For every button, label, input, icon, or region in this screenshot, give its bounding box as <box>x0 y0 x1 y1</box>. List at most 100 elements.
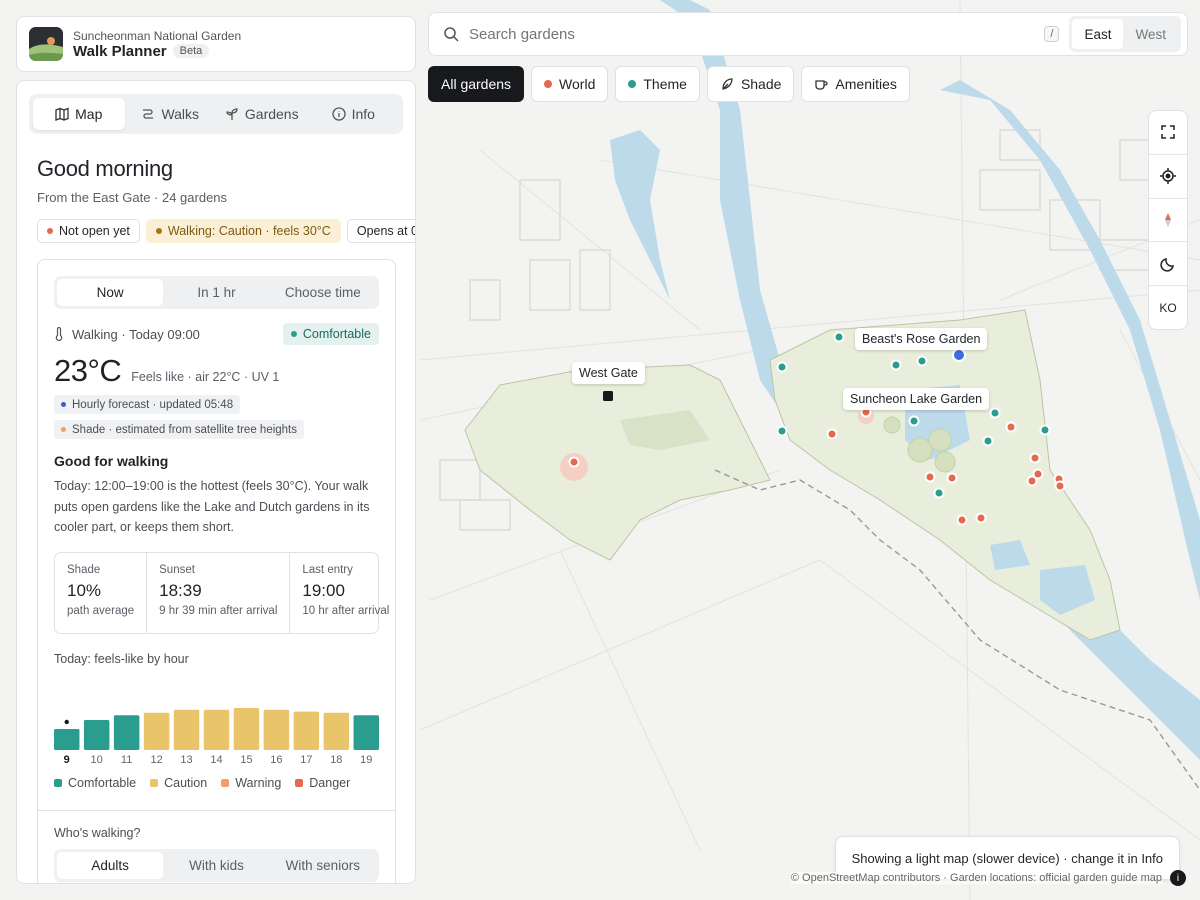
shade-tag: Shade · estimated from satellite tree he… <box>54 420 305 439</box>
stat-last-entry: Last entry 19:00 10 hr after arrival <box>290 553 401 633</box>
hour-label: 12 <box>150 754 162 766</box>
filter-label: All gardens <box>441 76 512 92</box>
legend-warning: Warning <box>221 776 281 790</box>
hour-bar <box>263 709 290 750</box>
tab-adults[interactable]: Adults <box>57 852 164 879</box>
org-name: Suncheonman National Garden <box>73 28 242 43</box>
shortcut-hint: / <box>1044 26 1060 42</box>
dot-icon <box>628 80 637 88</box>
locate-button[interactable] <box>1149 155 1187 199</box>
toggle-east[interactable]: East <box>1072 19 1124 49</box>
comfort-badge-label: Comfortable <box>302 327 371 341</box>
hour-bar <box>113 715 140 750</box>
dot-icon <box>290 331 297 337</box>
tab-map[interactable]: Map <box>33 98 125 130</box>
place-label-lake-garden[interactable]: Suncheon Lake Garden <box>843 388 990 410</box>
search-input[interactable] <box>469 25 1045 43</box>
legend-danger: Danger <box>295 776 350 790</box>
beta-badge: Beta <box>172 44 210 58</box>
filter-bar: All gardens World Theme Shade Amenities <box>428 66 910 102</box>
hour-label: 14 <box>210 754 222 766</box>
swatch-icon <box>54 779 62 787</box>
attribution-info-icon[interactable]: i <box>1170 870 1186 886</box>
filter-theme[interactable]: Theme <box>615 66 700 102</box>
stat-label: Sunset <box>159 563 195 576</box>
who-walking-label: Who's walking? <box>54 826 141 840</box>
place-label-rose-garden[interactable]: Beast's Rose Garden <box>855 328 988 350</box>
forecast-tag-label: Hourly forecast · updated 05:48 <box>72 398 234 411</box>
legend-label: Danger <box>309 776 351 790</box>
filter-label: World <box>559 76 596 92</box>
hour-label: 9 <box>64 754 70 766</box>
filter-shade[interactable]: Shade <box>706 66 795 102</box>
advice-title: Good for walking <box>54 453 169 469</box>
stat-sunset: Sunset 18:39 9 hr 39 min after arrival <box>147 552 291 633</box>
comfort-badge: Comfortable <box>282 323 379 345</box>
walk-icon <box>143 109 154 119</box>
dot-icon <box>155 228 162 234</box>
main-tabs: Map Walks Gardens Info <box>29 94 403 134</box>
dot-icon <box>544 80 553 88</box>
filter-label: Shade <box>740 76 782 92</box>
stat-label: Last entry <box>302 563 353 576</box>
forecast-tag: Hourly forecast · updated 05:48 <box>54 395 241 414</box>
tab-choose-time[interactable]: Choose time <box>270 279 376 306</box>
tab-walks-label: Walks <box>161 106 200 122</box>
dark-mode-button[interactable] <box>1149 242 1187 287</box>
chip-walking-caution: Walking: Caution · feels 30°C <box>145 219 341 243</box>
plant-icon <box>226 108 238 120</box>
tab-info[interactable]: Info <box>308 98 400 130</box>
greeting: Good morning <box>37 156 173 181</box>
toggle-west[interactable]: West <box>1123 19 1178 49</box>
stat-sub: 9 hr 39 min after arrival <box>159 604 278 617</box>
dot-icon <box>47 228 53 234</box>
app-logo <box>29 27 63 61</box>
hour-label: 17 <box>300 754 312 766</box>
leaf-icon <box>722 78 733 90</box>
hourly-title: Today: feels-like by hour <box>54 651 189 666</box>
filter-label: Theme <box>643 76 687 92</box>
tab-walks[interactable]: Walks <box>125 98 217 130</box>
hour-bar <box>83 720 110 750</box>
stat-sub: path average <box>67 604 135 617</box>
tab-with-seniors[interactable]: With seniors <box>270 852 376 879</box>
hour-label: 13 <box>180 754 192 766</box>
stat-shade: Shade 10% path average <box>55 552 148 633</box>
hour-labels: 9 10 11 12 13 14 15 16 17 18 19 <box>64 754 373 766</box>
hour-bar <box>293 711 320 750</box>
compass-button[interactable] <box>1149 199 1187 243</box>
hour-label: 15 <box>240 754 252 766</box>
tab-gardens[interactable]: Gardens <box>216 98 308 130</box>
dot-icon <box>61 427 66 432</box>
place-label-west-gate[interactable]: West Gate <box>572 362 645 384</box>
filter-all-gardens[interactable]: All gardens <box>428 66 525 102</box>
swatch-icon <box>295 779 304 787</box>
legend-label: Comfortable <box>68 776 137 790</box>
tab-now[interactable]: Now <box>57 279 164 306</box>
legend-label: Warning <box>235 776 282 790</box>
tab-in-1-hr[interactable]: In 1 hr <box>163 279 269 306</box>
hour-label: 19 <box>360 754 372 766</box>
legend-comfortable: Comfortable <box>54 776 136 790</box>
search-bar: / East West <box>428 12 1188 56</box>
locate-icon <box>1160 168 1176 185</box>
tab-with-kids[interactable]: With kids <box>163 852 269 879</box>
tab-gardens-label: Gardens <box>244 106 299 122</box>
hour-label: 18 <box>330 754 342 766</box>
map-attribution[interactable]: © OpenStreetMap contributors · Garden lo… <box>790 872 1162 884</box>
filter-world[interactable]: World <box>531 66 609 102</box>
hour-bar <box>54 729 80 750</box>
hour-bar <box>323 712 350 750</box>
stat-value: 10% <box>67 580 102 600</box>
filter-amenities[interactable]: Amenities <box>801 66 910 102</box>
hourly-legend: Comfortable Caution Warning Danger <box>54 776 350 790</box>
language-button[interactable]: KO <box>1149 286 1187 329</box>
shade-tag-label: Shade · estimated from satellite tree he… <box>72 423 298 436</box>
map-controls: KO <box>1148 110 1188 330</box>
swatch-icon <box>150 779 159 787</box>
info-icon <box>331 107 346 121</box>
brand-header: Suncheonman National Garden Walk Planner… <box>16 16 416 72</box>
who-walking-tabs: Adults With kids With seniors <box>54 849 379 882</box>
fullscreen-button[interactable] <box>1149 111 1187 155</box>
side-toggle: East West <box>1069 16 1181 52</box>
